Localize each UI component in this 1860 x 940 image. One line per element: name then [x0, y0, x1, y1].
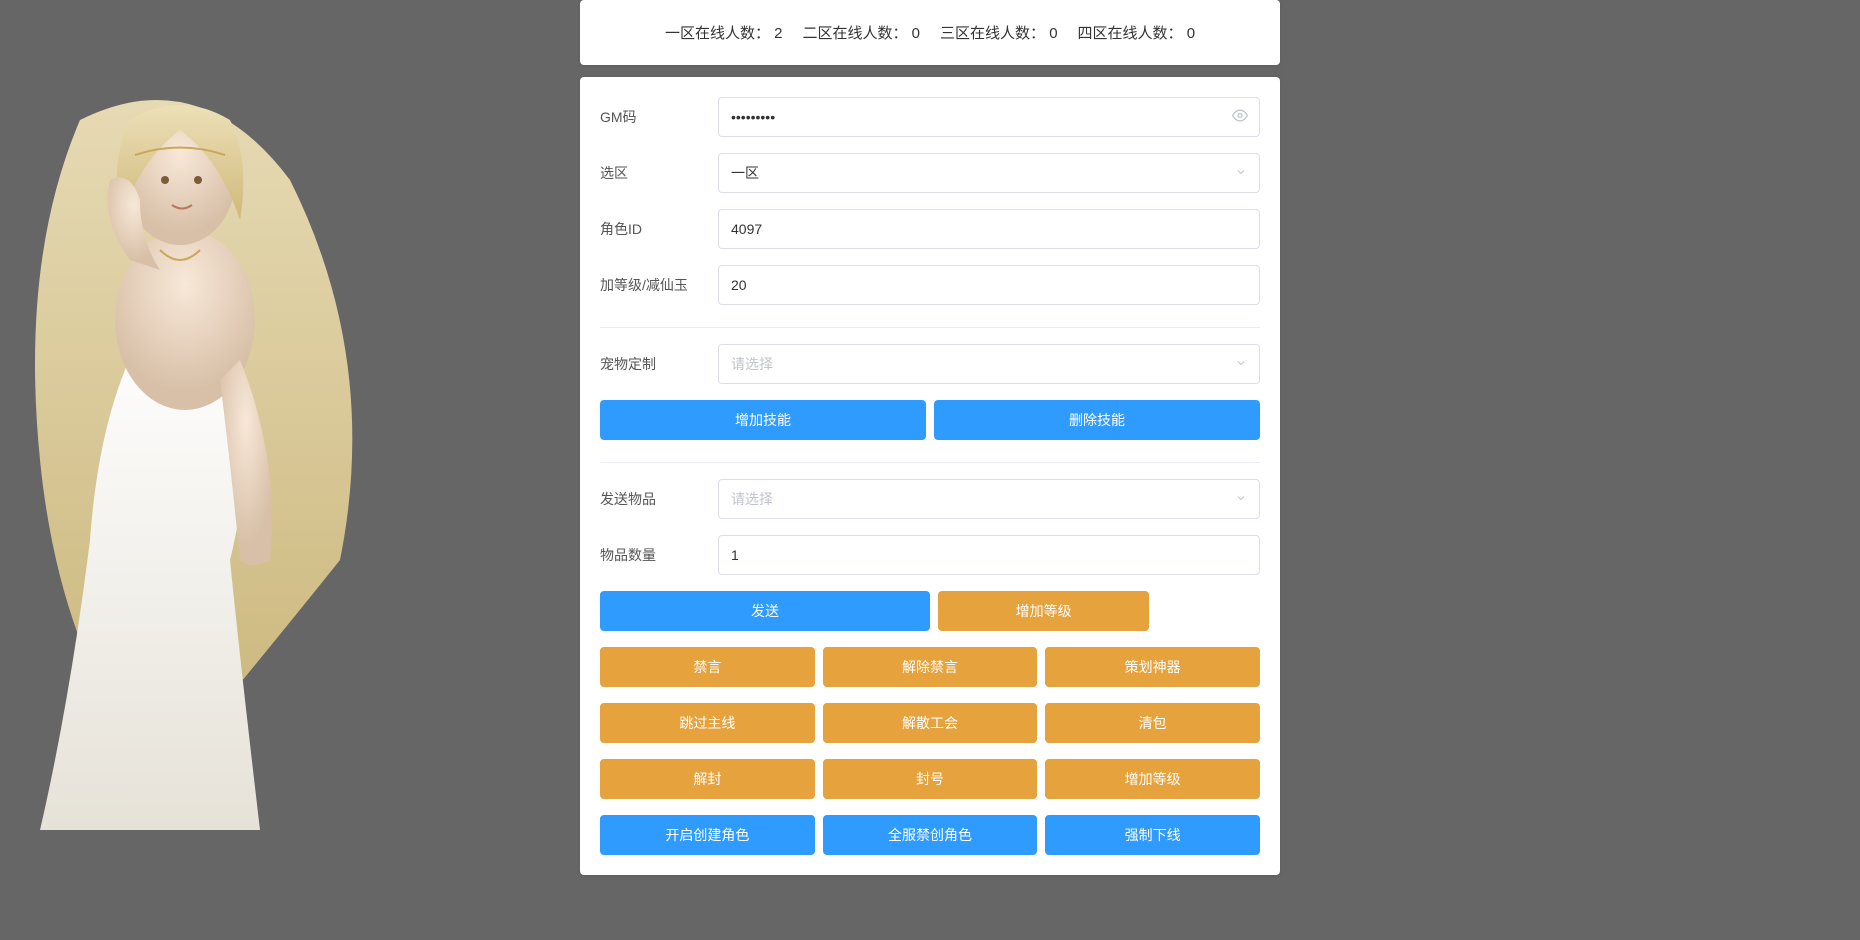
online-stats-row: 一区在线人数： 2 二区在线人数： 0 三区在线人数： 0 四区在线人数： 0	[600, 22, 1260, 43]
divider	[600, 327, 1260, 328]
level-jade-input[interactable]	[718, 265, 1260, 305]
ban-button[interactable]: 封号	[823, 759, 1038, 799]
gm-code-label: GM码	[600, 107, 718, 127]
zone-select[interactable]: 一区	[718, 153, 1260, 193]
role-id-label: 角色ID	[600, 219, 718, 239]
zone4-stat: 四区在线人数： 0	[1078, 22, 1196, 43]
gm-code-row: GM码	[600, 97, 1260, 137]
character-illustration	[0, 60, 420, 860]
pet-custom-select[interactable]: 请选择	[718, 344, 1260, 384]
zone2-label: 二区在线人数：	[802, 25, 907, 42]
zone-label: 选区	[600, 163, 718, 183]
role-id-input[interactable]	[718, 209, 1260, 249]
remove-skill-button[interactable]: 删除技能	[934, 400, 1260, 440]
planner-artifact-button[interactable]: 策划神器	[1045, 647, 1260, 687]
send-button[interactable]: 发送	[600, 591, 930, 631]
chevron-down-icon	[1235, 166, 1247, 181]
clear-bag-button[interactable]: 清包	[1045, 703, 1260, 743]
zone1-label: 一区在线人数：	[665, 25, 770, 42]
level-jade-row: 加等级/减仙玉	[600, 265, 1260, 305]
add-level-button-2[interactable]: 增加等级	[1045, 759, 1260, 799]
level-jade-label: 加等级/减仙玉	[600, 275, 718, 295]
zone-row: 选区 一区	[600, 153, 1260, 193]
add-level-button[interactable]: 增加等级	[938, 591, 1149, 631]
item-count-label: 物品数量	[600, 545, 718, 565]
send-item-select[interactable]: 请选择	[718, 479, 1260, 519]
server-disable-create-role-button[interactable]: 全服禁创角色	[823, 815, 1038, 855]
mute-button[interactable]: 禁言	[600, 647, 815, 687]
chevron-down-icon	[1235, 357, 1247, 372]
send-item-row: 发送物品 请选择	[600, 479, 1260, 519]
disband-guild-button[interactable]: 解散工会	[823, 703, 1038, 743]
button-row-6: 开启创建角色 全服禁创角色 强制下线	[600, 815, 1260, 855]
zone3-stat: 三区在线人数： 0	[940, 22, 1058, 43]
gm-code-input[interactable]	[718, 97, 1260, 137]
eye-icon[interactable]	[1232, 108, 1248, 127]
send-button-row: 发送 增加等级	[600, 591, 1260, 631]
add-skill-button[interactable]: 增加技能	[600, 400, 926, 440]
skill-button-row: 增加技能 删除技能	[600, 400, 1260, 440]
button-row-3: 禁言 解除禁言 策划神器	[600, 647, 1260, 687]
force-logout-button[interactable]: 强制下线	[1045, 815, 1260, 855]
zone3-value: 0	[1049, 25, 1057, 42]
enable-create-role-button[interactable]: 开启创建角色	[600, 815, 815, 855]
item-count-input[interactable]	[718, 535, 1260, 575]
zone1-value: 2	[774, 25, 782, 42]
send-item-label: 发送物品	[600, 489, 718, 509]
send-item-placeholder: 请选择	[731, 489, 773, 509]
zone2-value: 0	[912, 25, 920, 42]
chevron-down-icon	[1235, 492, 1247, 507]
item-count-row: 物品数量	[600, 535, 1260, 575]
button-row-4: 跳过主线 解散工会 清包	[600, 703, 1260, 743]
gm-form-card: GM码 选区 一区	[580, 77, 1280, 875]
zone1-stat: 一区在线人数： 2	[665, 22, 783, 43]
zone4-value: 0	[1187, 25, 1195, 42]
zone3-label: 三区在线人数：	[940, 25, 1045, 42]
button-row-5: 解封 封号 增加等级	[600, 759, 1260, 799]
role-id-row: 角色ID	[600, 209, 1260, 249]
pet-custom-label: 宠物定制	[600, 354, 718, 374]
unmute-button[interactable]: 解除禁言	[823, 647, 1038, 687]
divider	[600, 462, 1260, 463]
zone2-stat: 二区在线人数： 0	[802, 22, 920, 43]
skip-main-button[interactable]: 跳过主线	[600, 703, 815, 743]
pet-custom-row: 宠物定制 请选择	[600, 344, 1260, 384]
online-stats-card: 一区在线人数： 2 二区在线人数： 0 三区在线人数： 0 四区在线人数： 0	[580, 0, 1280, 65]
pet-custom-placeholder: 请选择	[731, 354, 773, 374]
unban-button[interactable]: 解封	[600, 759, 815, 799]
zone-select-value: 一区	[731, 163, 759, 183]
zone4-label: 四区在线人数：	[1078, 25, 1183, 42]
